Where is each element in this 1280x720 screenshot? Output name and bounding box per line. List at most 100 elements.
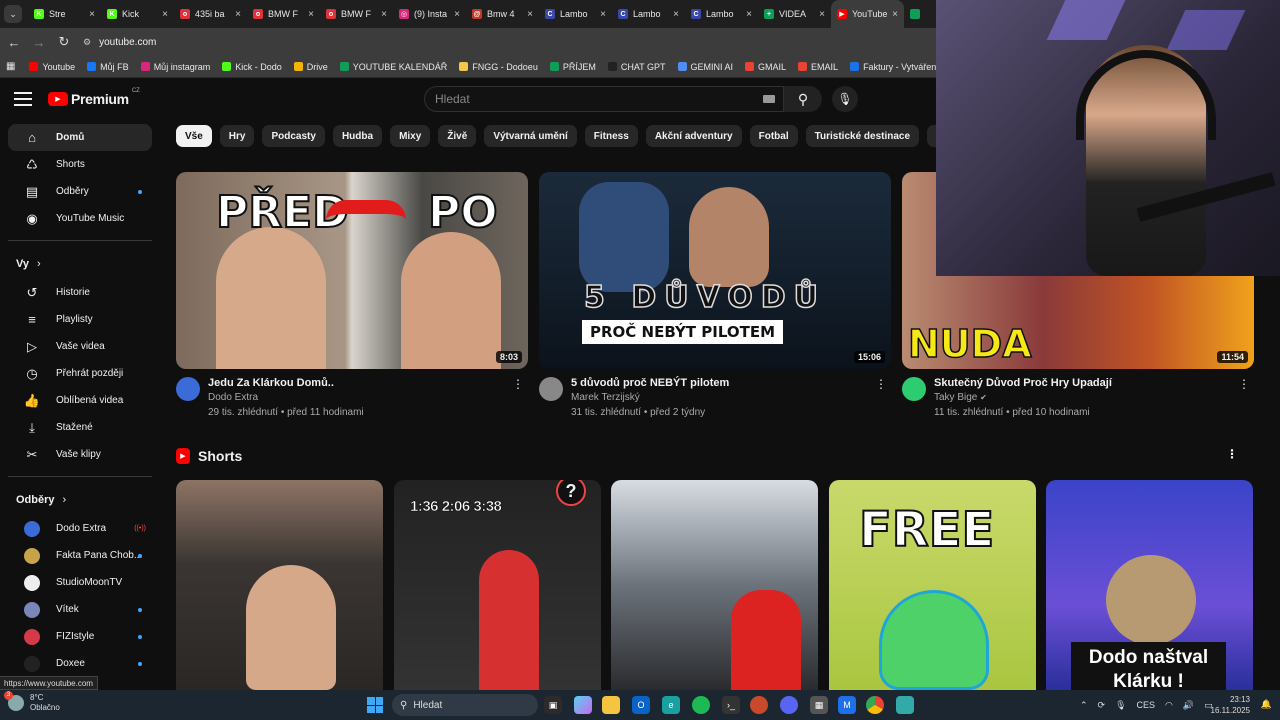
bookmark[interactable]: Drive — [293, 62, 328, 72]
weather-widget[interactable]: 3 8°C Oblačno — [4, 691, 60, 713]
keyboard-icon[interactable] — [763, 95, 775, 103]
tab-close-icon[interactable]: × — [819, 9, 825, 20]
clock[interactable]: 23:13 16.11.2025 — [1211, 694, 1250, 716]
sidebar-item[interactable]: ↺ Historie — [8, 279, 152, 306]
sidebar-subscription[interactable]: FIZIstyle — [8, 623, 152, 650]
filter-chip[interactable]: Turistické destinace — [805, 125, 920, 147]
sidebar-subs-header[interactable]: Odběry › — [0, 485, 160, 515]
video-thumbnail[interactable]: 5 DŮVODŮ PROČ NEBÝT PILOTEM 15:06 — [539, 172, 891, 369]
browser-tab[interactable]: o BMW F × — [320, 0, 393, 28]
bookmark[interactable]: GEMINI AI — [677, 62, 733, 72]
browser-tab[interactable]: ◎ (9) Insta × — [393, 0, 466, 28]
channel-name[interactable]: Dodo Extra — [208, 392, 258, 403]
short-card[interactable]: FREE — [829, 480, 1036, 690]
filter-chip[interactable]: Hudba — [332, 125, 383, 147]
filter-chip[interactable]: Podcasty — [262, 125, 325, 147]
browser-tab[interactable]: C Lambo × — [685, 0, 758, 28]
tab-close-icon[interactable]: × — [892, 9, 898, 20]
video-title[interactable]: Skutečný Důvod Proč Hry Upadají — [934, 377, 1112, 389]
sidebar-item[interactable]: ▤ Odběry — [8, 178, 152, 205]
language-indicator[interactable]: CES — [1137, 700, 1156, 710]
bookmark[interactable]: CHAT GPT — [607, 62, 666, 72]
filter-chip[interactable]: Vše — [176, 125, 212, 147]
short-card[interactable] — [611, 480, 818, 690]
sidebar-item[interactable]: ▷ Vaše videa — [8, 333, 152, 360]
menu-hamburger-icon[interactable] — [14, 92, 32, 106]
capcut-icon[interactable]: M — [838, 696, 856, 714]
search-input[interactable]: Hledat — [424, 86, 784, 112]
channel-name-text[interactable]: Taky Bige — [934, 392, 977, 403]
tab-close-icon[interactable]: × — [673, 9, 679, 20]
bookmark[interactable]: FNGG - Dodoeu — [459, 62, 538, 72]
browser-tab[interactable]: o 435i ba × — [174, 0, 247, 28]
browser-tab[interactable]: o BMW F × — [247, 0, 320, 28]
site-info-icon[interactable]: ⚙ — [83, 37, 91, 48]
more-options-icon[interactable]: ⋮ — [512, 377, 524, 391]
sidebar-item[interactable]: ♺ Shorts — [8, 151, 152, 178]
browser-tab[interactable]: + VIDEA × — [758, 0, 831, 28]
volume-icon[interactable]: 🔊 — [1183, 700, 1194, 711]
url-field[interactable]: ⚙ youtube.com — [83, 31, 940, 53]
filter-chip[interactable]: Mixy — [390, 125, 431, 147]
video-card[interactable]: PŘED PO 8:03 Jedu Za Klárkou Domů.. Dodo… — [176, 172, 528, 427]
filter-chip[interactable]: Fitness — [584, 125, 638, 147]
apps-grid-icon[interactable]: ▦ — [6, 61, 15, 72]
browser-tab[interactable]: C Lambo × — [539, 0, 612, 28]
bookmark[interactable]: Můj FB — [87, 62, 129, 72]
more-options-icon[interactable]: ⋮ — [1226, 447, 1238, 461]
filter-chip[interactable]: Akční adventury — [645, 125, 742, 147]
browser-tab[interactable]: C Lambo × — [612, 0, 685, 28]
channel-avatar[interactable] — [902, 377, 926, 401]
video-thumbnail[interactable]: PŘED PO 8:03 — [176, 172, 528, 369]
copilot-icon[interactable] — [574, 696, 592, 714]
channel-avatar[interactable] — [176, 377, 200, 401]
sidebar-item[interactable]: ⤓ Stažené — [8, 414, 152, 441]
notification-bell-icon[interactable]: 🔔 — [1261, 699, 1272, 710]
video-title[interactable]: 5 důvodů proč NEBÝT pilotem — [571, 377, 729, 389]
sidebar-item[interactable]: ◉ YouTube Music — [8, 205, 152, 232]
taskbar-search[interactable]: ⚲ Hledat — [392, 694, 538, 716]
terminal-icon[interactable]: ›_ — [722, 696, 740, 714]
filter-chip[interactable]: Výtvarná umění — [484, 125, 577, 147]
filter-chip[interactable]: Živě — [438, 125, 477, 147]
tab-search-chevron-icon[interactable]: ⌄ — [4, 5, 22, 23]
sidebar-item[interactable]: 👍 Oblíbená videa — [8, 387, 152, 414]
sidebar-subscription[interactable]: Vítek — [8, 596, 152, 623]
spotify-icon[interactable] — [692, 696, 710, 714]
filter-chip[interactable]: Fotbal — [749, 125, 798, 147]
tab-close-icon[interactable]: × — [235, 9, 241, 20]
tab-close-icon[interactable]: × — [89, 9, 95, 20]
sidebar-subscription[interactable]: Dodo Extra ((•)) — [8, 515, 152, 542]
filter-chip[interactable]: Hry — [219, 125, 255, 147]
file-explorer-icon[interactable] — [602, 696, 620, 714]
browser-tab[interactable]: K Stre × — [28, 0, 101, 28]
bookmark[interactable]: Můj instagram — [140, 62, 210, 72]
bookmark[interactable]: YOUTUBE KALENDÁŘ — [339, 62, 447, 72]
discord-icon[interactable] — [780, 696, 798, 714]
bookmark[interactable]: Kick - Dodo — [222, 62, 282, 72]
chrome-icon[interactable] — [866, 696, 884, 714]
back-arrow-icon[interactable]: ← — [3, 31, 25, 53]
reload-icon[interactable]: ↻ — [53, 31, 75, 53]
windows-start-icon[interactable] — [367, 697, 383, 713]
obs-icon[interactable] — [750, 696, 768, 714]
edge-icon[interactable]: e — [662, 696, 680, 714]
sidebar-subscription[interactable]: Doxee — [8, 650, 152, 677]
tab-close-icon[interactable]: × — [162, 9, 168, 20]
sync-icon[interactable]: ⟳ — [1098, 700, 1106, 711]
channel-name[interactable]: Taky Bige ✔ — [934, 392, 987, 403]
bookmark[interactable]: Youtube — [29, 62, 75, 72]
tab-close-icon[interactable]: × — [308, 9, 314, 20]
app-icon[interactable] — [896, 696, 914, 714]
task-view-icon[interactable]: ▣ — [544, 696, 562, 714]
tab-close-icon[interactable]: × — [746, 9, 752, 20]
sidebar-item[interactable]: ⌂ Domů — [8, 124, 152, 151]
outlook-icon[interactable]: O — [632, 696, 650, 714]
tab-close-icon[interactable]: × — [454, 9, 460, 20]
search-button[interactable]: ⚲ — [784, 86, 822, 112]
tab-close-icon[interactable]: × — [600, 9, 606, 20]
channel-name[interactable]: Marek Terzijský — [571, 392, 640, 403]
sidebar-item[interactable]: ≡ Playlisty — [8, 306, 152, 333]
bookmark[interactable]: GMAIL — [745, 62, 786, 72]
short-card[interactable] — [176, 480, 383, 690]
